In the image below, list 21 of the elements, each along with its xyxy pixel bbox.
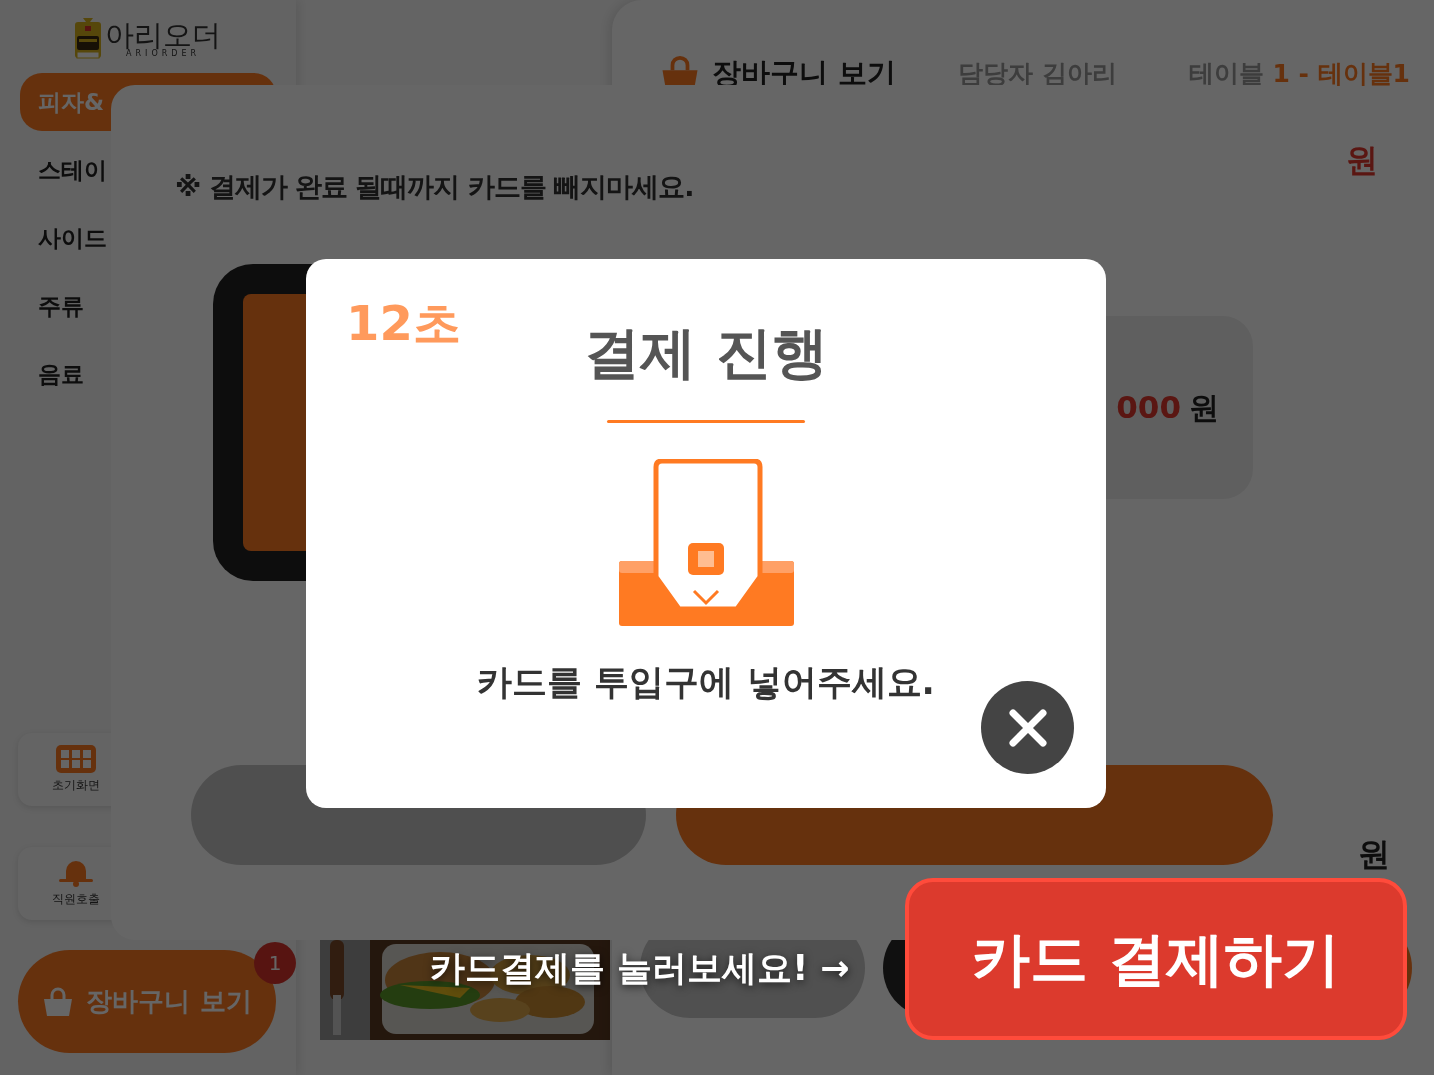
card-insert-icon <box>618 458 794 626</box>
logo-subtext: ARIORDER <box>126 49 200 58</box>
dialog-title: 결제 진행 <box>584 322 828 384</box>
card-payment-button[interactable]: 카드 결제하기 <box>905 878 1407 1040</box>
logo-text: 아리오더 <box>105 20 221 50</box>
countdown-timer: 12초 <box>346 295 461 351</box>
amount-unit: 원 <box>1189 388 1219 427</box>
total-price: 원 <box>1346 139 1378 181</box>
amount-value: 000 <box>1116 387 1181 427</box>
dialog-message: 카드를 투입구에 넣어주세요. <box>477 660 935 704</box>
grid-icon <box>56 745 96 773</box>
logo-drawing <box>73 16 103 62</box>
bell-icon <box>59 859 93 887</box>
price-unit: 원 <box>1358 834 1390 875</box>
close-icon <box>1007 707 1048 748</box>
notice-text: ※ 결제가 완료 될때까지 카드를 빼지마세요. <box>175 170 695 204</box>
count-badge: 1 <box>254 942 296 984</box>
shortcut-label: 초기화면 <box>52 777 100 794</box>
basket-icon <box>42 985 75 1018</box>
shortcut-label: 직원호출 <box>52 891 100 908</box>
hint-text: 카드결제를 눌러보세요! → <box>430 947 850 990</box>
